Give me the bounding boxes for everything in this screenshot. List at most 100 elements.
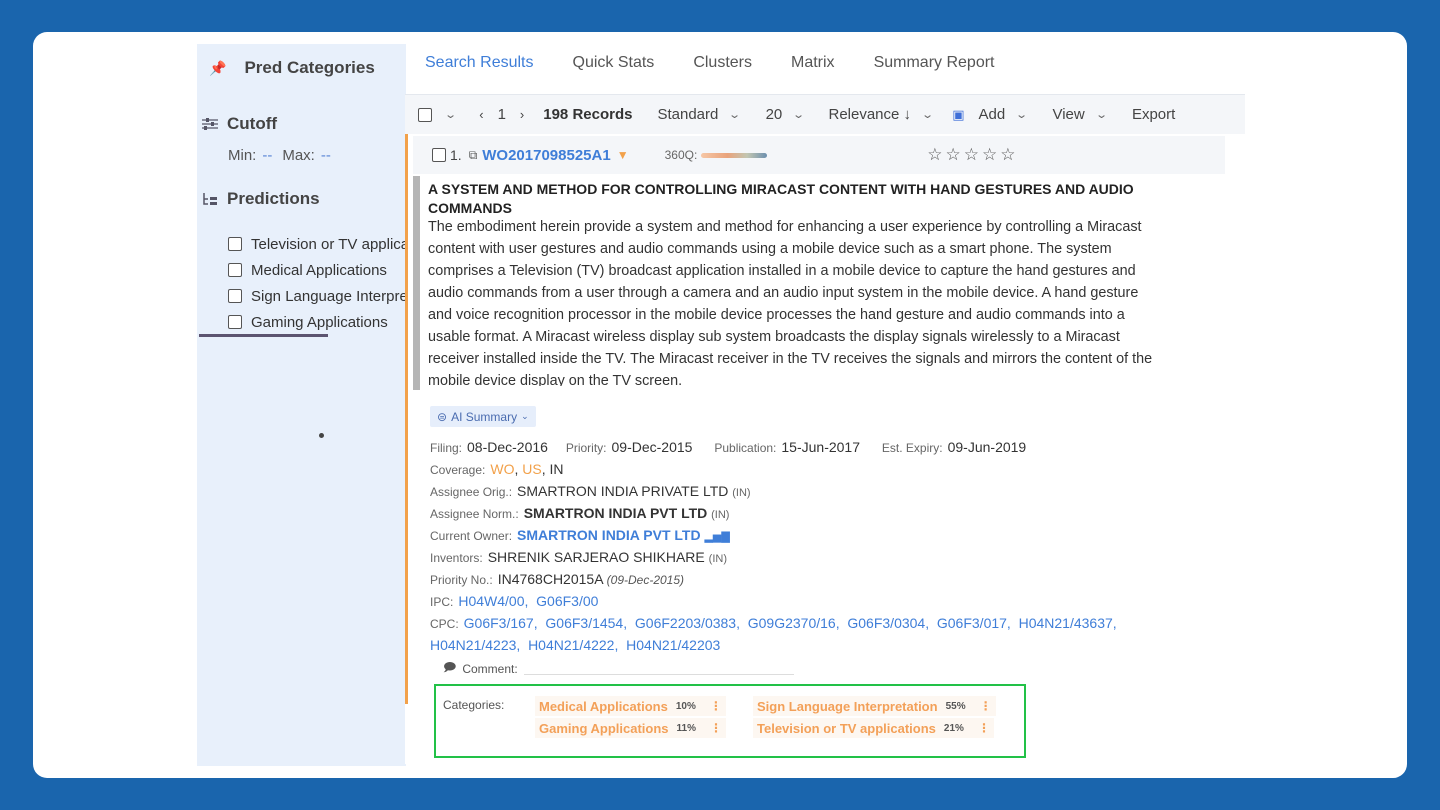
ipc-codes[interactable]: H04W4/00, G06F3/00 [458, 593, 598, 609]
sidebar-header: 📌 Pred Categories [209, 58, 375, 78]
abstract-line: mobile device display on the TV screen. [428, 373, 683, 386]
caret-down-icon[interactable]: ▼ [617, 148, 629, 162]
prediction-item[interactable]: Sign Language Interpretation [228, 283, 406, 309]
cursor-dot [319, 433, 324, 438]
inventors-label: Inventors: [430, 551, 483, 565]
sidebar: 📌 Pred Categories Cutoff Min: -- Max: -- Pr… [197, 44, 406, 766]
publication-number-link[interactable]: WO2017098525A1 [482, 147, 610, 164]
prediction-item[interactable]: Television or TV applications [228, 231, 406, 257]
category-chip[interactable]: Sign Language Interpretation 55% ⋮ [753, 696, 996, 716]
prediction-item[interactable]: Gaming Applications [228, 309, 406, 335]
view-mode-label: Standard [657, 106, 719, 123]
view-label: View [1052, 106, 1085, 123]
coverage-label: Coverage: [430, 463, 486, 477]
tab-search-results[interactable]: Search Results [425, 54, 534, 72]
kebab-menu-icon[interactable]: ⋮ [710, 721, 722, 735]
kebab-menu-icon[interactable]: ⋮ [980, 699, 992, 713]
chevron-down-icon: ⌄ [792, 109, 806, 121]
tab-clusters[interactable]: Clusters [693, 54, 752, 72]
comment-icon: 🗩 [443, 660, 457, 674]
current-owner-link[interactable]: SMARTRON INDIA PVT LTD [517, 527, 701, 543]
sidebar-title: Pred Categories [244, 58, 375, 77]
predictions-section[interactable]: Predictions [201, 189, 320, 209]
external-link-icon[interactable]: ⧉ [469, 148, 478, 163]
prediction-label: Sign Language Interpretation [251, 287, 406, 305]
abstract-line: comprises a Television (TV) broadcast ap… [428, 263, 1136, 279]
assignee-orig: SMARTRON INDIA PRIVATE LTD [517, 483, 729, 499]
publication-date: 15-Jun-2017 [781, 439, 861, 455]
cutoff-min-max: Min: -- Max: -- [228, 147, 341, 164]
inventors-row: Inventors: SHRENIK SARJERAO SHIKHARE (IN) [430, 549, 727, 565]
app-card: 📌 Pred Categories Cutoff Min: -- Max: -- Pr… [33, 32, 1407, 778]
pagination: ‹ 1 › [479, 106, 524, 123]
next-page-icon[interactable]: › [520, 107, 524, 122]
tab-matrix[interactable]: Matrix [791, 54, 835, 72]
prediction-item[interactable]: Medical Applications [228, 257, 406, 283]
pin-icon[interactable]: 📌 [209, 60, 226, 77]
record-checkbox[interactable] [432, 148, 446, 162]
prediction-checkbox[interactable] [228, 263, 242, 277]
chevron-down-icon: ⌄ [521, 411, 529, 421]
abstract-line: receiver installed inside the TV. The Mi… [428, 351, 1153, 367]
tab-quick-stats[interactable]: Quick Stats [573, 54, 655, 72]
prediction-checkbox[interactable] [228, 315, 242, 329]
prediction-label: Television or TV applications [251, 235, 406, 253]
per-page-select[interactable]: 20 ⌄ [766, 106, 806, 123]
add-label: Add [978, 106, 1006, 123]
prediction-label: Gaming Applications [251, 313, 388, 331]
min-value[interactable]: -- [262, 147, 272, 164]
comment-input-line[interactable] [523, 663, 794, 675]
cutoff-section[interactable]: Cutoff [201, 114, 277, 134]
category-percent: 11% [676, 722, 696, 734]
record-index: 1. [450, 147, 462, 163]
result-record: 1. ⧉ WO2017098525A1 ▼ 360Q: ☆☆☆☆☆ A SYST… [405, 134, 1225, 764]
export-button[interactable]: Export [1132, 106, 1175, 123]
tab-summary-report[interactable]: Summary Report [874, 54, 995, 72]
coverage-country[interactable]: US [522, 461, 541, 477]
kebab-menu-icon[interactable]: ⋮ [978, 721, 990, 735]
select-all-control[interactable]: ⌄ [418, 107, 457, 122]
assignee-norm: SMARTRON INDIA PVT LTD [523, 505, 708, 521]
coverage-country[interactable]: WO [490, 461, 514, 477]
cpc-codes[interactable]: G06F3/167, G06F3/1454, G06F2203/0383, G0… [464, 615, 1117, 631]
kebab-menu-icon[interactable]: ⋮ [710, 699, 722, 713]
folder-add-icon: ▣ [952, 106, 965, 122]
sort-select[interactable]: Relevance ↓ ⌄ [828, 106, 934, 123]
prediction-checkbox[interactable] [228, 237, 242, 251]
assignee-orig-row: Assignee Orig.: SMARTRON INDIA PRIVATE LT… [430, 483, 751, 499]
coverage-country: IN [549, 461, 564, 477]
record-header: 1. ⧉ WO2017098525A1 ▼ 360Q: ☆☆☆☆☆ [413, 136, 1225, 174]
max-value[interactable]: -- [321, 147, 331, 164]
abstract-line: usable format. A Miracast wireless displ… [428, 329, 1120, 345]
coverage-row: Coverage: WO, US, IN [430, 461, 564, 477]
view-mode-select[interactable]: Standard ⌄ [657, 106, 741, 123]
select-all-checkbox[interactable] [418, 107, 432, 122]
category-chip[interactable]: Medical Applications 10% ⋮ [535, 696, 726, 716]
abstract-line: and voice recognition processor in the m… [428, 307, 1125, 323]
category-chip[interactable]: Television or TV applications 21% ⋮ [753, 718, 994, 738]
priority-date: 09-Dec-2015 [611, 439, 693, 455]
view-button[interactable]: View ⌄ [1052, 106, 1107, 123]
category-name: Sign Language Interpretation [757, 698, 938, 714]
prev-page-icon[interactable]: ‹ [479, 107, 483, 122]
category-percent: 10% [675, 700, 696, 712]
cpc-row-continued: H04N21/4223, H04N21/4222, H04N21/42203 [430, 637, 720, 653]
bar-chart-icon[interactable]: ▂▅▇ [704, 531, 729, 543]
star-rating[interactable]: ☆☆☆☆☆ [927, 145, 1018, 165]
owner-row: Current Owner: SMARTRON INDIA PVT LTD ▂▅▇ [430, 527, 730, 543]
main-tabs: Search Results Quick Stats Clusters Matr… [425, 54, 994, 72]
chevron-down-icon[interactable]: ⌄ [444, 108, 457, 121]
category-chip[interactable]: Gaming Applications 11% ⋮ [535, 718, 726, 738]
prediction-checkbox[interactable] [228, 289, 242, 303]
ai-summary-button[interactable]: ⊜ AI Summary ⌄ [430, 406, 536, 427]
cpc-codes[interactable]: H04N21/4223, H04N21/4222, H04N21/42203 [430, 637, 720, 653]
add-button[interactable]: ▣ Add ⌄ [952, 106, 1028, 123]
comment-label: Comment: [462, 661, 518, 676]
comment-field[interactable]: 🗩 Comment: [443, 658, 794, 679]
sidebar-scrollbar[interactable] [199, 334, 328, 337]
page-number[interactable]: 1 [498, 106, 506, 123]
abstract-line: audio commands from a user through a cam… [428, 285, 1139, 301]
abstract-scrollbar[interactable] [413, 176, 420, 390]
record-title[interactable]: A SYSTEM AND METHOD FOR CONTROLLING MIRA… [428, 180, 1218, 218]
country-code: (IN) [732, 487, 751, 499]
